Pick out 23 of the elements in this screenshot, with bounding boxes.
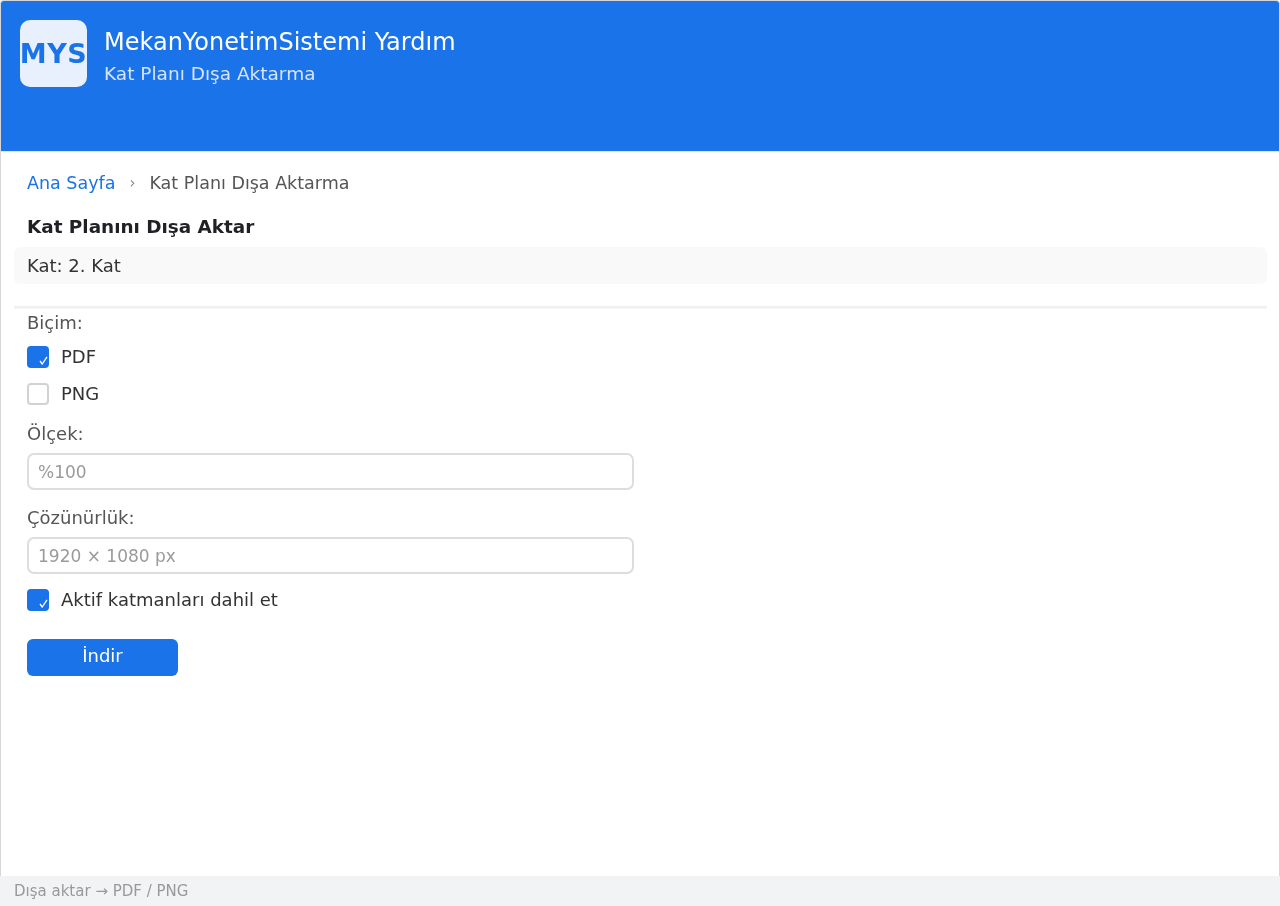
field-label: Çözünürlük: <box>27 507 135 529</box>
download-button[interactable]: İndir <box>27 639 178 676</box>
checkbox-label: PNG <box>61 383 100 405</box>
breadcrumb-current: Kat Planı Dışa Aktarma <box>149 171 350 194</box>
input-field[interactable]: 1920 × 1080 px <box>27 537 634 574</box>
section-heading: Kat Planını Dışa Aktar <box>26 216 256 238</box>
checkbox[interactable] <box>27 383 49 405</box>
checkbox-label: PDF <box>61 346 97 368</box>
breadcrumb-separator: › <box>129 172 136 194</box>
checkbox[interactable] <box>27 346 49 368</box>
tick-icon <box>39 599 48 608</box>
breadcrumb-link[interactable]: Ana Sayfa <box>27 171 116 194</box>
format-label: Biçim: <box>27 312 83 334</box>
page-subtitle: Kat Planı Dışa Aktarma <box>104 62 317 86</box>
tick-icon <box>39 356 48 365</box>
input-field[interactable]: %100 <box>27 453 634 490</box>
checkbox[interactable] <box>27 589 49 611</box>
floor-info: Kat: 2. Kat <box>14 247 1267 284</box>
checkbox-label: Aktif katmanları dahil et <box>61 589 278 611</box>
field-label: Ölçek: <box>27 423 84 445</box>
app-title: MekanYonetimSistemi Yardım <box>104 27 456 57</box>
status-text: Dışa aktar → PDF / PNG <box>14 882 189 900</box>
logo: MYS <box>20 20 87 87</box>
